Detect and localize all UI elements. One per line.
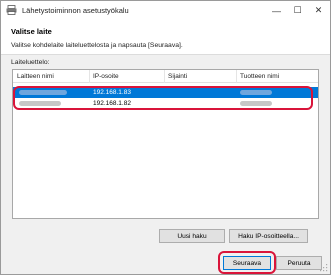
column-divider[interactable]	[236, 70, 237, 83]
new-search-button[interactable]: Uusi haku	[159, 229, 225, 243]
maximize-button[interactable]: ☐	[287, 1, 308, 20]
column-divider[interactable]	[164, 70, 165, 83]
cancel-button[interactable]: Peruuta	[276, 256, 322, 270]
printer-icon	[6, 5, 17, 15]
next-button[interactable]: Seuraava	[223, 256, 271, 270]
column-divider[interactable]	[89, 70, 90, 83]
header-separator	[1, 54, 330, 55]
header-panel: Valitse laite Valitse kohdelaite laitelu…	[1, 20, 330, 54]
ip-search-button[interactable]: Haku IP-osoitteella...	[229, 229, 308, 243]
minimize-button[interactable]: —	[266, 1, 287, 20]
dialog-window: Lähetystoiminnon asetustyökalu — ☐ ✕ Val…	[0, 0, 331, 275]
column-device-name[interactable]: Laitteen nimi	[17, 73, 54, 80]
rows-highlight-outline	[13, 86, 313, 110]
page-title: Valitse laite	[11, 27, 52, 36]
instruction-text: Valitse kohdelaite laiteluettelosta ja n…	[11, 42, 183, 49]
resize-grip-icon[interactable]	[320, 264, 328, 272]
column-ip-address[interactable]: IP-osoite	[93, 73, 119, 80]
column-header: Laitteen nimi IP-osoite Sijainti Tuottee…	[13, 70, 318, 83]
column-product-name[interactable]: Tuotteen nimi	[240, 73, 279, 80]
window-title: Lähetystoiminnon asetustyökalu	[22, 6, 129, 15]
title-bar[interactable]: Lähetystoiminnon asetustyökalu — ☐ ✕	[1, 1, 330, 20]
close-button[interactable]: ✕	[308, 1, 329, 20]
column-location[interactable]: Sijainti	[168, 73, 187, 80]
device-list-label: Laiteluettelo:	[11, 59, 50, 66]
